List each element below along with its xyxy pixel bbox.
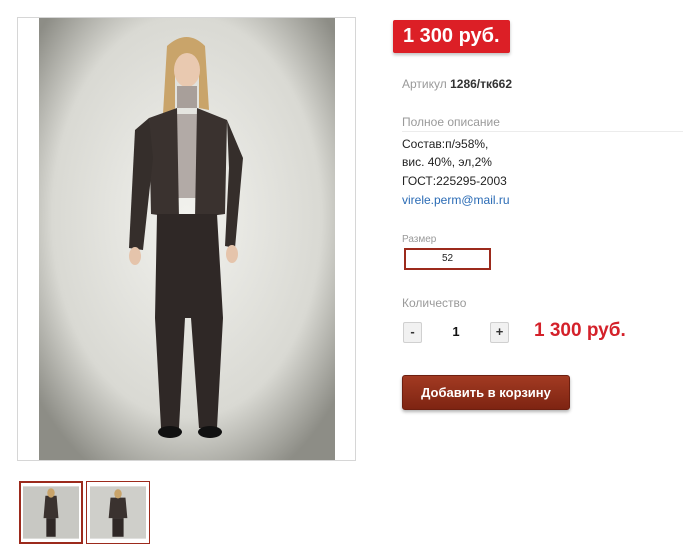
description-title: Полное описание [402, 115, 683, 132]
sku: Артикул 1286/тк662 [402, 77, 512, 91]
sku-value: 1286/тк662 [450, 77, 513, 91]
thumbnail-side[interactable] [86, 481, 150, 544]
description-line: Состав:п/э58%, [402, 137, 489, 151]
quantity-decrease-button[interactable]: - [403, 322, 422, 343]
thumbnail-front[interactable] [19, 481, 83, 544]
description-line: вис. 40%, эл,2% [402, 155, 492, 169]
quantity-value[interactable]: 1 [446, 324, 466, 339]
price-badge: 1 300 руб. [393, 20, 510, 53]
quantity-increase-button[interactable]: + [490, 322, 509, 343]
quantity-label: Количество [402, 296, 467, 310]
add-to-cart-button[interactable]: Добавить в корзину [402, 375, 570, 410]
size-select[interactable]: 52 [404, 248, 491, 270]
description-line: ГОСТ:225295-2003 [402, 174, 507, 188]
sku-label: Артикул [402, 77, 447, 91]
email-link[interactable]: virele.perm@mail.ru [402, 193, 510, 207]
total-price: 1 300 руб. [534, 320, 626, 341]
product-main-image[interactable] [17, 17, 356, 461]
size-label: Размер [402, 234, 437, 245]
